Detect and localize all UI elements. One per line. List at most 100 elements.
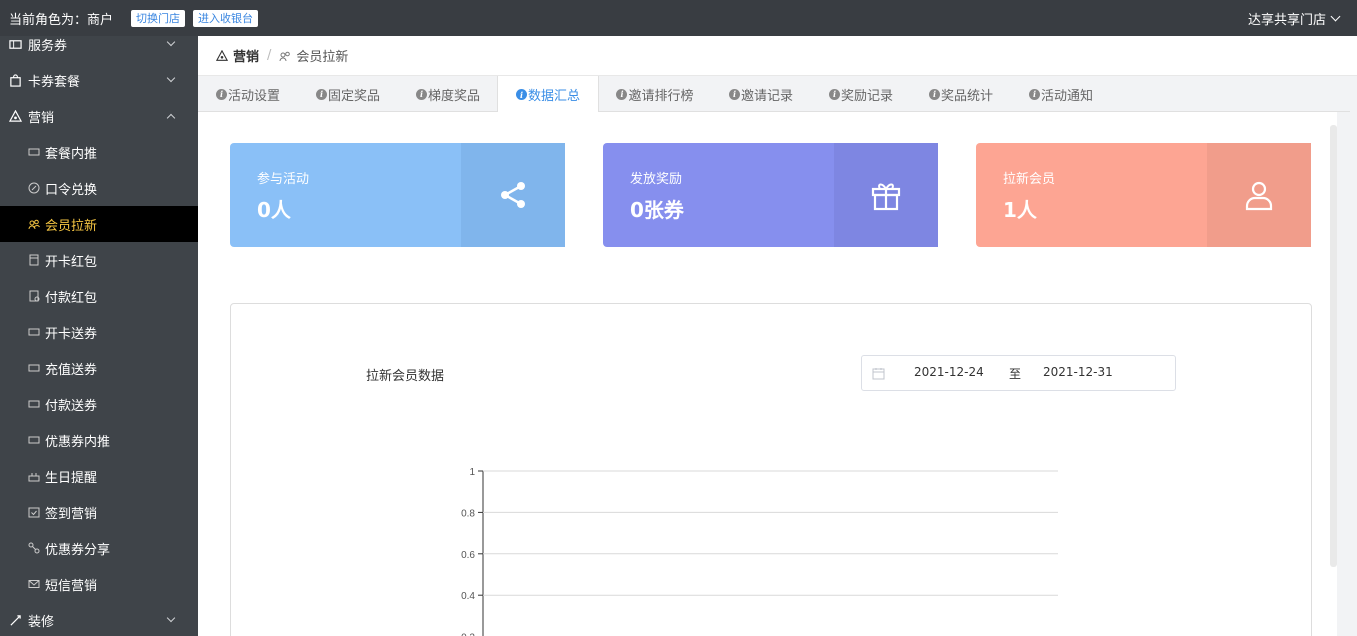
share-icon	[27, 542, 40, 555]
tab-activity-notice[interactable]: i 活动通知	[1011, 76, 1111, 112]
members-icon	[279, 51, 291, 61]
bag-icon	[8, 73, 22, 87]
chevron-down-icon	[166, 613, 176, 623]
chevron-down-icon	[166, 37, 176, 47]
decorate-icon	[8, 613, 22, 627]
sidebar-item-label: 口令兑换	[45, 182, 98, 198]
share-icon	[501, 182, 525, 208]
tab-activity-settings[interactable]: i 活动设置	[198, 76, 298, 112]
breadcrumb-separator: /	[267, 48, 272, 63]
info-icon: i	[515, 89, 527, 100]
stat-card-new-members: 拉新会员 1人	[976, 143, 1311, 247]
role-text: 当前角色为：商户	[9, 12, 114, 28]
sidebar-item-payment-red-packet[interactable]: 付款红包	[0, 278, 198, 314]
chevron-down-icon	[166, 73, 176, 83]
sidebar-item-package-referral[interactable]: 套餐内推	[0, 134, 198, 170]
y-tick-label: 0.2	[461, 633, 475, 636]
sidebar-item-label: 会员拉新	[45, 218, 98, 234]
date-start-input[interactable]: 2021-12-24	[914, 365, 984, 379]
sidebar-menu-label: 装修	[28, 614, 55, 630]
store-name: 达享共享门店	[1247, 12, 1326, 28]
stat-value: 0人	[257, 198, 291, 222]
sidebar-menu-service-ticket[interactable]: 服务券	[0, 36, 198, 62]
breadcrumb-current: 会员拉新	[296, 50, 349, 65]
stat-label: 拉新会员	[1003, 172, 1056, 187]
sidebar-menu-decorate[interactable]: 装修	[0, 602, 198, 636]
tab-reward-records[interactable]: i 奖励记录	[811, 76, 911, 112]
stat-card-icon-area	[834, 143, 938, 247]
info-icon: i	[1028, 88, 1040, 100]
sidebar-item-label: 优惠券分享	[45, 542, 111, 558]
stat-label: 参与活动	[257, 172, 310, 187]
chevron-down-icon	[1330, 11, 1341, 21]
members-icon	[27, 218, 40, 231]
sidebar-item-label: 开卡送券	[45, 326, 98, 342]
tab-fixed-prizes[interactable]: i 固定奖品	[298, 76, 398, 112]
stat-value: 1人	[1003, 198, 1037, 222]
sidebar-menu-label: 服务券	[28, 38, 68, 54]
stat-card-icon-area	[461, 143, 565, 247]
sidebar-item-checkin-marketing[interactable]: 签到营销	[0, 494, 198, 530]
tab-label: 奖品统计	[940, 88, 993, 104]
content-scrollbar[interactable]	[1330, 125, 1337, 567]
sidebar-item-recharge-coupon[interactable]: 充值送券	[0, 350, 198, 386]
breadcrumb-root[interactable]: 营销	[233, 46, 259, 65]
sidebar-item-coupon-share[interactable]: 优惠券分享	[0, 530, 198, 566]
ticket-icon	[27, 434, 40, 447]
tab-label: 活动设置	[227, 88, 280, 104]
tab-label: 邀请记录	[740, 88, 793, 104]
sidebar-item-label: 充值送券	[45, 362, 98, 378]
tab-bar: i 活动设置 i 固定奖品 i 梯度奖品 i 数据汇总 i 邀请排行榜 i 邀请记录 i 奖励…	[198, 76, 1350, 113]
top-bar: 当前角色为：商户 切换门店 进入收银台 达享共享门店	[0, 0, 1357, 36]
store-selector[interactable]: 达享共享门店	[1247, 0, 1341, 36]
date-range-picker[interactable]: 2021-12-24 至 2021-12-31	[861, 355, 1176, 391]
stat-card-participants: 参与活动 0人	[230, 143, 565, 247]
marketing-icon	[8, 109, 22, 123]
stat-card-rewards: 发放奖励 0张券	[603, 143, 938, 247]
breadcrumb: 营销 / 会员拉新	[198, 36, 1357, 76]
y-tick-label: 1	[469, 467, 475, 478]
sidebar-item-label: 付款送券	[45, 398, 98, 414]
date-range-separator: 至	[1009, 367, 1022, 381]
y-tick-label: 0.4	[461, 591, 475, 602]
date-end-input[interactable]: 2021-12-31	[1043, 365, 1113, 379]
envelope-icon	[27, 254, 40, 267]
sidebar-menu-card-package[interactable]: 卡券套餐	[0, 62, 198, 98]
envelope-icon	[27, 290, 40, 303]
y-tick-label: 0.6	[461, 550, 475, 561]
sidebar-item-label: 套餐内推	[45, 146, 98, 162]
sidebar-item-sms-marketing[interactable]: 短信营销	[0, 566, 198, 602]
enter-cashier-button[interactable]: 进入收银台	[193, 9, 259, 27]
info-icon: i	[415, 88, 427, 100]
sidebar-item-coupon-referral[interactable]: 优惠券内推	[0, 422, 198, 458]
tab-invite-ranking[interactable]: i 邀请排行榜	[599, 76, 711, 112]
stat-label: 发放奖励	[630, 172, 683, 187]
sidebar-item-code-redeem[interactable]: 口令兑换	[0, 170, 198, 206]
tab-label: 固定奖品	[327, 88, 380, 104]
sidebar-item-birthday-reminder[interactable]: 生日提醒	[0, 458, 198, 494]
sidebar-item-member-acquisition[interactable]: 会员拉新	[0, 206, 198, 242]
tab-label: 奖励记录	[840, 88, 893, 104]
stat-value: 0张券	[630, 198, 684, 222]
sidebar-menu-marketing[interactable]: 营销	[0, 98, 198, 134]
sidebar-menu-label: 营销	[28, 110, 55, 126]
tab-prize-statistics[interactable]: i 奖品统计	[911, 76, 1011, 112]
tab-invite-records[interactable]: i 邀请记录	[711, 76, 811, 112]
sidebar-item-label: 短信营销	[45, 578, 98, 594]
cake-icon	[27, 470, 40, 483]
tab-label: 邀请排行榜	[628, 88, 694, 104]
ticket-icon	[27, 362, 40, 375]
tab-tiered-prizes[interactable]: i 梯度奖品	[398, 76, 498, 112]
tab-label: 活动通知	[1040, 88, 1093, 104]
ticket-icon	[27, 146, 40, 159]
marketing-icon	[216, 49, 228, 61]
ticket-icon	[8, 37, 22, 51]
switch-store-button[interactable]: 切换门店	[131, 9, 186, 27]
sidebar-item-label: 开卡红包	[45, 254, 98, 270]
user-icon	[1245, 181, 1273, 211]
sidebar-item-payment-coupon[interactable]: 付款送券	[0, 386, 198, 422]
sidebar-item-card-red-packet[interactable]: 开卡红包	[0, 242, 198, 278]
tab-label: 梯度奖品	[427, 88, 480, 104]
sidebar-item-card-coupon[interactable]: 开卡送券	[0, 314, 198, 350]
tab-data-summary[interactable]: i 数据汇总	[497, 76, 599, 113]
